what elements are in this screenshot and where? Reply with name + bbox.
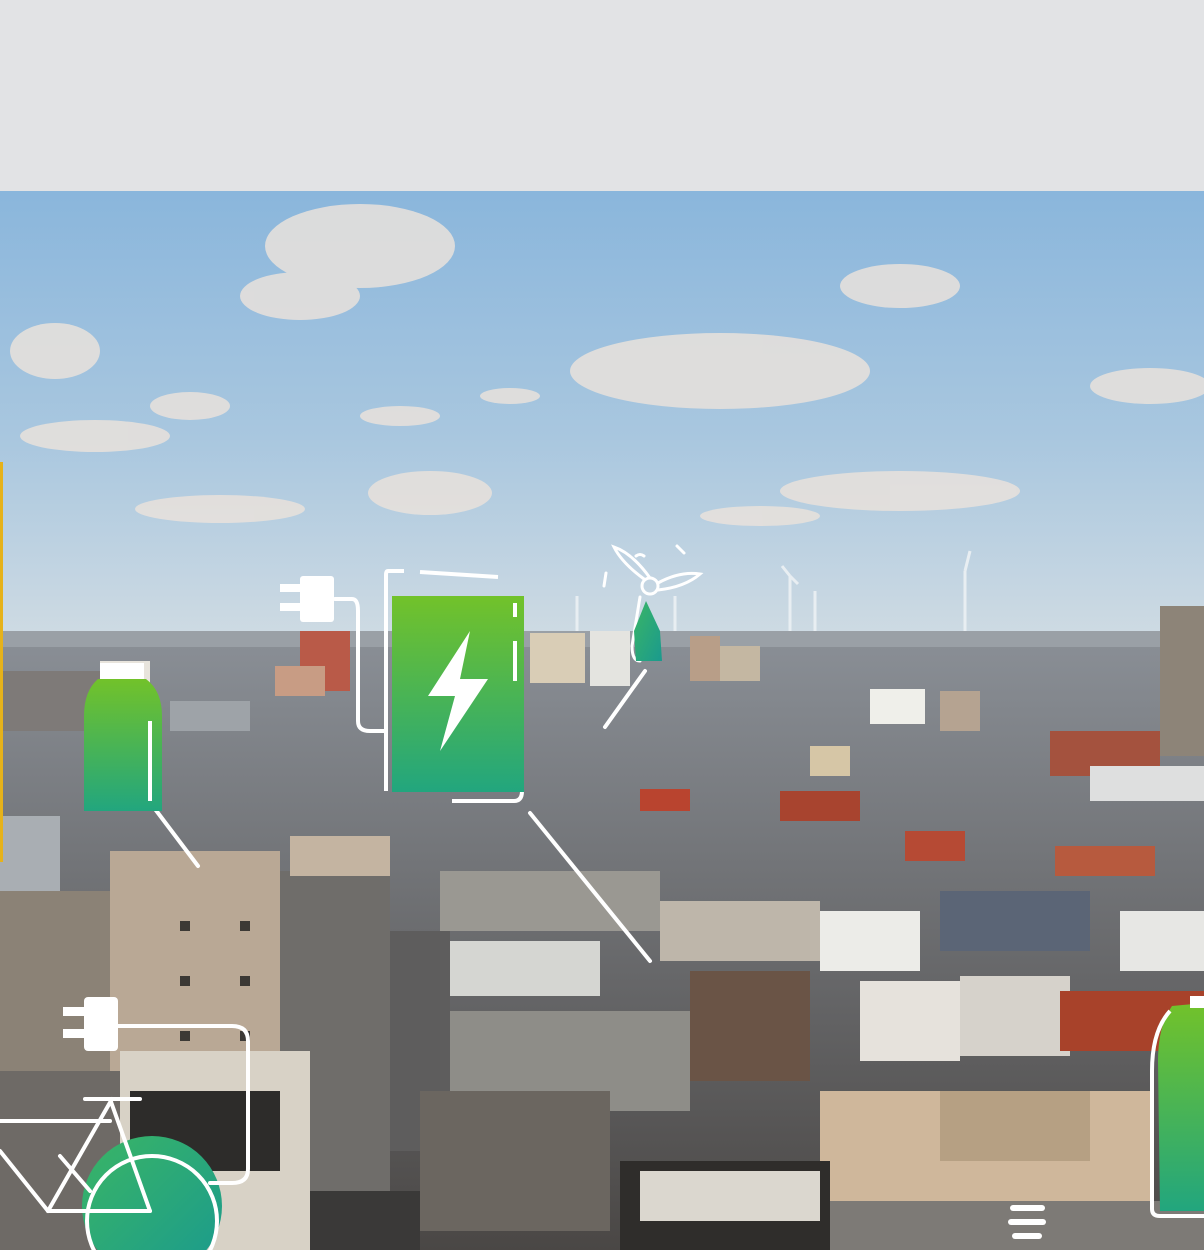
battery-icon-right [1150, 996, 1204, 1218]
battery-icon [84, 663, 162, 811]
hero-image [0, 191, 1204, 1250]
charging-battery-icon [384, 569, 524, 803]
top-blank-band [0, 0, 1204, 191]
bottom-right-marks [1008, 1205, 1046, 1239]
left-edge-accent [0, 462, 3, 862]
